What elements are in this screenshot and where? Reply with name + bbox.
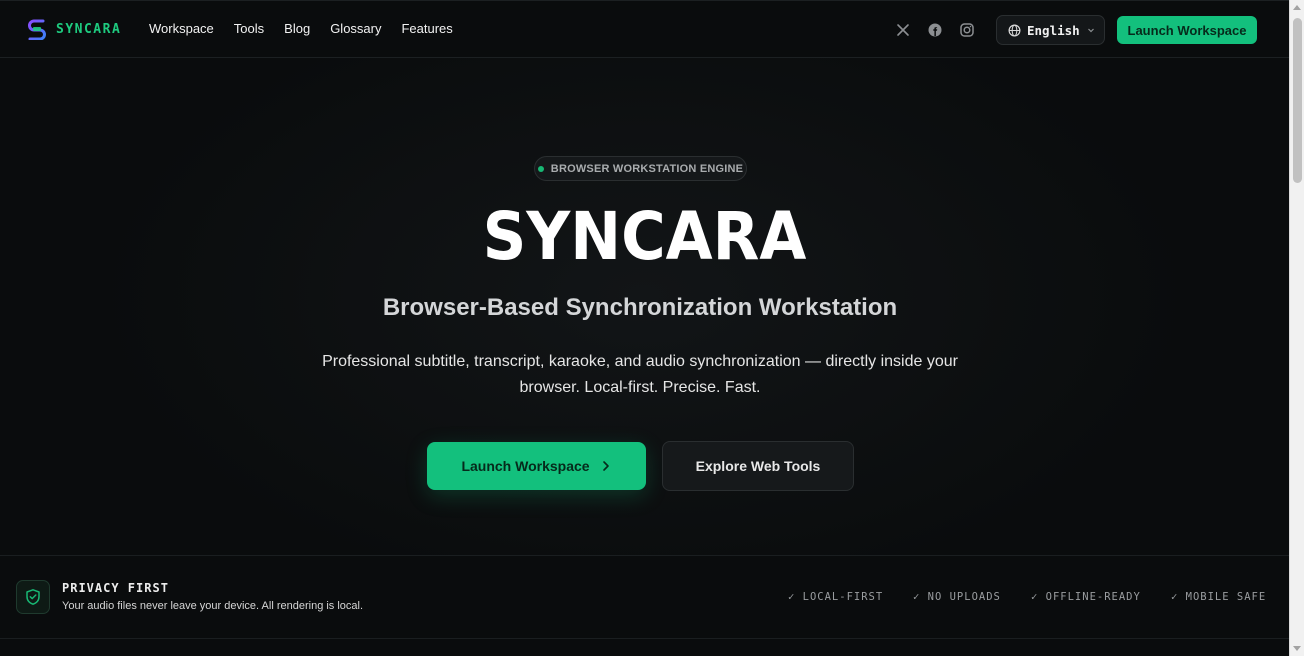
- status-dot: [537, 165, 544, 172]
- syncara-logo-icon: [28, 19, 46, 40]
- hero-badge-text: BROWSER WORKSTATION ENGINE: [550, 162, 744, 175]
- scroll-up-arrow-icon[interactable]: [1293, 5, 1301, 10]
- brand-logo[interactable]: SYNCARA: [26, 18, 121, 40]
- privacy-description: Your audio files never leave your device…: [62, 600, 364, 612]
- shield-icon-box: [16, 580, 50, 614]
- nav-link-features[interactable]: Features: [401, 21, 452, 36]
- page: SYNCARA Workspace Tools Blog Glossary Fe…: [0, 0, 1289, 656]
- vertical-scrollbar[interactable]: [1289, 0, 1304, 656]
- feature-mobile-safe: ✓ MOBILE SAFE: [1171, 591, 1267, 603]
- explore-web-tools-button[interactable]: Explore Web Tools: [662, 441, 854, 491]
- privacy-strip: PRIVACY FIRST Your audio files never lea…: [0, 555, 1289, 639]
- launch-workspace-label: Launch Workspace: [461, 458, 590, 474]
- hero-subtitle: Browser-Based Synchronization Workstatio…: [382, 294, 898, 321]
- scrollbar-thumb[interactable]: [1293, 18, 1302, 183]
- nav-links: Workspace Tools Blog Glossary Features: [149, 21, 453, 36]
- chevron-down-icon: [1087, 28, 1094, 33]
- globe-icon: [1008, 24, 1021, 36]
- nav-link-glossary[interactable]: Glossary: [330, 21, 381, 36]
- hero-description: Professional subtitle, transcript, karao…: [322, 353, 958, 396]
- nav-link-tools[interactable]: Tools: [234, 21, 264, 36]
- nav-link-blog[interactable]: Blog: [284, 21, 310, 36]
- hero-badge: BROWSER WORKSTATION ENGINE: [534, 156, 747, 181]
- brand-name: SYNCARA: [56, 21, 122, 37]
- shield-check-icon: [26, 589, 40, 605]
- privacy-title: PRIVACY FIRST: [62, 581, 169, 595]
- instagram-icon[interactable]: [959, 22, 975, 38]
- hero-title: SYNCARA: [482, 198, 807, 275]
- facebook-icon[interactable]: [927, 22, 943, 38]
- launch-workspace-button[interactable]: Launch Workspace: [427, 442, 646, 490]
- nav-link-workspace[interactable]: Workspace: [149, 21, 214, 36]
- nav-launch-workspace-button[interactable]: Launch Workspace: [1117, 16, 1257, 44]
- language-label: English: [1027, 22, 1080, 38]
- scroll-down-arrow-icon[interactable]: [1293, 646, 1301, 651]
- chevron-right-icon: [602, 461, 609, 471]
- language-selector[interactable]: English: [996, 15, 1105, 45]
- x-icon[interactable]: [895, 22, 911, 38]
- feature-no-uploads: ✓ NO UPLOADS: [913, 591, 1001, 603]
- feature-offline-ready: ✓ OFFLINE-READY: [1031, 591, 1141, 603]
- top-navbar: SYNCARA Workspace Tools Blog Glossary Fe…: [0, 0, 1289, 58]
- feature-local-first: ✓ LOCAL-FIRST: [788, 591, 884, 603]
